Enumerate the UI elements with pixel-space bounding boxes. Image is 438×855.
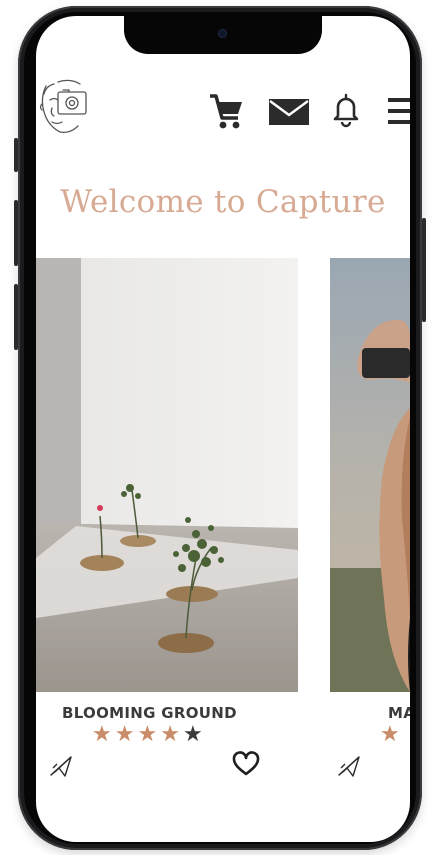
rating-stars: ★ bbox=[380, 722, 403, 747]
side-button-volume-up bbox=[14, 200, 18, 266]
card-image-blooming-ground[interactable] bbox=[36, 258, 298, 692]
star-icon[interactable]: ★ bbox=[115, 722, 138, 747]
camera-icon bbox=[218, 29, 227, 38]
menu-icon[interactable] bbox=[388, 98, 410, 124]
card-title: BLOOMING GROUND bbox=[62, 704, 237, 722]
side-button-mute bbox=[14, 138, 18, 172]
card-image-second[interactable] bbox=[330, 258, 410, 692]
side-button-power bbox=[422, 218, 426, 322]
notch bbox=[124, 16, 322, 54]
heart-icon[interactable] bbox=[232, 751, 260, 777]
star-icon[interactable]: ★ bbox=[137, 722, 160, 747]
send-icon[interactable] bbox=[336, 754, 362, 778]
mail-icon[interactable] bbox=[268, 98, 310, 126]
star-icon[interactable]: ★ bbox=[160, 722, 183, 747]
star-icon[interactable]: ★ bbox=[183, 722, 206, 747]
page-title: Welcome to Capture bbox=[60, 184, 386, 220]
face-logo-icon[interactable] bbox=[36, 74, 92, 136]
bell-icon[interactable] bbox=[332, 92, 360, 128]
blooming-ground-photo bbox=[36, 258, 298, 692]
cart-icon[interactable] bbox=[208, 92, 244, 130]
rating-stars: ★★★★★ bbox=[92, 722, 206, 747]
side-button-volume-down bbox=[14, 284, 18, 350]
send-icon[interactable] bbox=[48, 754, 74, 778]
star-icon[interactable]: ★ bbox=[380, 722, 403, 747]
app-screen: Welcome to Capture BLOOMING GROUND ★★★★★… bbox=[36, 16, 410, 842]
second-photo bbox=[330, 258, 410, 692]
card-title: MA bbox=[388, 704, 410, 722]
star-icon[interactable]: ★ bbox=[92, 722, 115, 747]
